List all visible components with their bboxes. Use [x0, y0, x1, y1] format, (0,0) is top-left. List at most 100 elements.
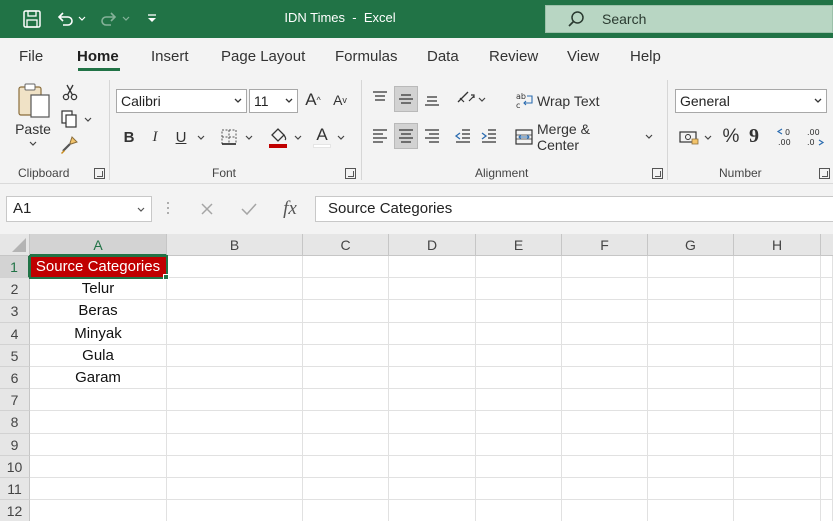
column-header-h[interactable]: H — [734, 234, 821, 256]
tab-review[interactable]: Review — [489, 48, 538, 65]
cell-h5[interactable] — [734, 344, 821, 367]
cell-e1[interactable] — [476, 256, 562, 279]
tab-insert[interactable]: Insert — [151, 48, 189, 65]
cell-c8[interactable] — [303, 411, 389, 434]
tab-help[interactable]: Help — [630, 48, 661, 65]
cell-c3[interactable] — [303, 300, 389, 323]
column-header-f[interactable]: F — [562, 234, 648, 256]
cell-f6[interactable] — [562, 367, 648, 390]
cell-a1[interactable]: Source Categories — [29, 254, 168, 280]
cell-h6[interactable] — [734, 367, 821, 390]
cell-c12[interactable] — [303, 500, 389, 521]
copy-dropdown-icon[interactable] — [82, 114, 94, 126]
formula-input[interactable]: Source Categories — [315, 196, 833, 222]
clipboard-dialog-launcher-icon[interactable] — [94, 168, 105, 179]
tab-page-layout[interactable]: Page Layout — [221, 48, 305, 65]
row-header-1[interactable]: 1 — [0, 256, 30, 279]
underline-dropdown-icon[interactable] — [195, 132, 207, 144]
decrease-font-size-button[interactable]: Av — [329, 88, 351, 112]
alignment-dialog-launcher-icon[interactable] — [652, 168, 663, 179]
cell-i10[interactable] — [821, 455, 833, 478]
cell-a5[interactable]: Gula — [30, 344, 167, 367]
cell-h10[interactable] — [734, 455, 821, 478]
cell-f3[interactable] — [562, 300, 648, 323]
cell-g3[interactable] — [648, 300, 734, 323]
cell-i12[interactable] — [821, 500, 833, 521]
cell-i6[interactable] — [821, 367, 833, 390]
cell-a10[interactable] — [30, 455, 167, 478]
cell-c9[interactable] — [303, 433, 389, 456]
cell-f4[interactable] — [562, 322, 648, 345]
cell-h4[interactable] — [734, 322, 821, 345]
font-name-select[interactable]: Calibri — [116, 89, 247, 113]
cell-h2[interactable] — [734, 278, 821, 301]
cell-d1[interactable] — [389, 256, 476, 279]
cell-b7[interactable] — [167, 389, 303, 412]
cell-i4[interactable] — [821, 322, 833, 345]
font-dialog-launcher-icon[interactable] — [345, 168, 356, 179]
cell-f2[interactable] — [562, 278, 648, 301]
cell-c4[interactable] — [303, 322, 389, 345]
cell-g6[interactable] — [648, 367, 734, 390]
row-header-5[interactable]: 5 — [0, 344, 30, 367]
cell-d2[interactable] — [389, 278, 476, 301]
cell-b3[interactable] — [167, 300, 303, 323]
cell-d5[interactable] — [389, 344, 476, 367]
cell-f10[interactable] — [562, 455, 648, 478]
number-format-select[interactable]: General — [675, 89, 827, 113]
align-right-icon[interactable] — [421, 124, 443, 148]
cell-a2[interactable]: Telur — [30, 278, 167, 301]
percent-style-button[interactable]: % — [720, 124, 742, 150]
cell-a3[interactable]: Beras — [30, 300, 167, 323]
cell-e8[interactable] — [476, 411, 562, 434]
column-header-g[interactable]: G — [648, 234, 734, 256]
increase-decimal-icon[interactable]: 0.00 — [776, 124, 800, 148]
column-header-b[interactable]: B — [167, 234, 303, 256]
confirm-entry-icon[interactable] — [236, 196, 262, 222]
row-header-8[interactable]: 8 — [0, 411, 30, 434]
cell-e4[interactable] — [476, 322, 562, 345]
cell-h3[interactable] — [734, 300, 821, 323]
cell-h8[interactable] — [734, 411, 821, 434]
cell-c5[interactable] — [303, 344, 389, 367]
align-center-icon[interactable] — [394, 123, 418, 149]
cell-b6[interactable] — [167, 367, 303, 390]
row-header-7[interactable]: 7 — [0, 389, 30, 412]
cell-d7[interactable] — [389, 389, 476, 412]
tab-data[interactable]: Data — [427, 48, 459, 65]
accounting-dropdown-icon[interactable] — [702, 132, 714, 144]
borders-icon[interactable] — [217, 126, 241, 148]
cell-c11[interactable] — [303, 478, 389, 501]
fill-handle[interactable] — [163, 274, 169, 280]
cell-i3[interactable] — [821, 300, 833, 323]
font-size-select[interactable]: 11 — [249, 89, 298, 113]
search-box[interactable]: Search — [545, 5, 833, 33]
formula-bar-resize-handle-icon[interactable] — [167, 200, 169, 216]
cell-e5[interactable] — [476, 344, 562, 367]
fill-color-icon[interactable] — [266, 124, 290, 150]
row-header-2[interactable]: 2 — [0, 278, 30, 301]
cell-d12[interactable] — [389, 500, 476, 521]
comma-style-button[interactable]: 9 — [746, 123, 762, 149]
cell-i11[interactable] — [821, 478, 833, 501]
number-dialog-launcher-icon[interactable] — [819, 168, 830, 179]
cell-d4[interactable] — [389, 322, 476, 345]
decrease-indent-icon[interactable] — [452, 124, 474, 148]
cell-c2[interactable] — [303, 278, 389, 301]
align-left-icon[interactable] — [369, 124, 391, 148]
cell-g11[interactable] — [648, 478, 734, 501]
cell-c1[interactable] — [303, 256, 389, 279]
cell-h12[interactable] — [734, 500, 821, 521]
cell-f7[interactable] — [562, 389, 648, 412]
column-header-e[interactable]: E — [476, 234, 562, 256]
middle-align-icon[interactable] — [394, 86, 418, 112]
cell-e12[interactable] — [476, 500, 562, 521]
row-header-11[interactable]: 11 — [0, 478, 30, 501]
cell-i8[interactable] — [821, 411, 833, 434]
cell-i1[interactable] — [821, 256, 833, 279]
column-header-c[interactable]: C — [303, 234, 389, 256]
cell-e9[interactable] — [476, 433, 562, 456]
accounting-format-icon[interactable] — [677, 125, 701, 149]
tab-formulas[interactable]: Formulas — [335, 48, 398, 65]
copy-icon[interactable] — [58, 108, 80, 130]
